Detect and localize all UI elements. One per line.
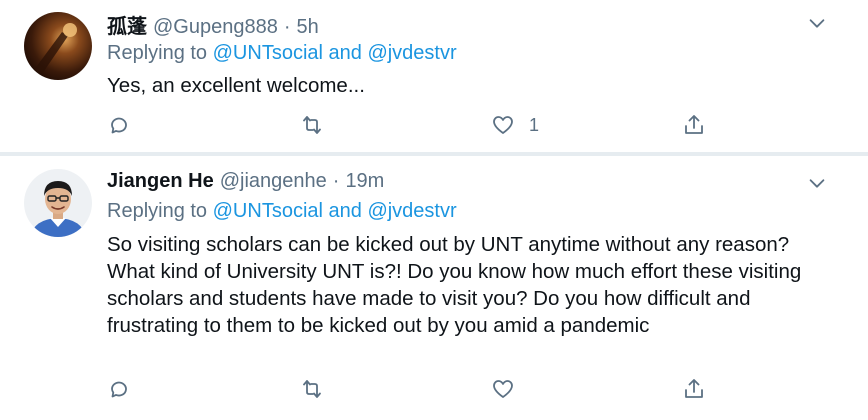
heart-icon (493, 380, 513, 398)
heart-icon (493, 116, 513, 134)
reply-icon (111, 117, 127, 134)
retweet-button[interactable] (300, 374, 338, 404)
retweet-icon (303, 116, 321, 134)
retweet-button[interactable] (300, 110, 338, 140)
separator-dot: · (283, 16, 291, 38)
chevron-down-icon[interactable] (806, 172, 828, 194)
tweet-text: Yes, an excellent welcome... (107, 74, 365, 97)
share-button[interactable] (682, 110, 706, 140)
display-name[interactable]: 孤蓬 (107, 10, 147, 39)
share-icon (685, 379, 703, 398)
mention-link[interactable]: @UNTsocial (213, 200, 323, 222)
reply-button[interactable] (107, 110, 145, 140)
replying-to-line: Replying to @UNTsocial and @jvdestvr (107, 200, 457, 223)
timestamp[interactable]: 19m (345, 170, 384, 193)
replying-and[interactable]: and (323, 200, 367, 222)
like-button[interactable]: 1 (491, 110, 539, 140)
display-name[interactable]: Jiangen He (107, 170, 214, 193)
reply-icon (111, 381, 127, 398)
replying-to-line: Replying to @UNTsocial and @jvdestvr (107, 42, 457, 65)
reply-button[interactable] (107, 374, 145, 404)
tweet-header: 孤蓬 @Gupeng888 · 5h (107, 10, 319, 39)
chevron-down-icon[interactable] (806, 12, 828, 34)
tweet-actions: 1 (107, 110, 747, 140)
tweet[interactable]: Jiangen He @jiangenhe · 19m Replying to … (0, 156, 868, 420)
share-icon (685, 115, 703, 134)
like-count: 1 (529, 114, 540, 135)
tweet-header: Jiangen He @jiangenhe · 19m (107, 170, 384, 196)
timestamp[interactable]: 5h (297, 16, 319, 39)
tweet-text: So visiting scholars can be kicked out b… (107, 233, 802, 337)
avatar[interactable] (24, 169, 92, 237)
replying-prefix: Replying to (107, 42, 213, 64)
share-button[interactable] (682, 374, 706, 404)
mention-link[interactable]: @UNTsocial (213, 42, 323, 64)
mention-link[interactable]: @jvdestvr (367, 42, 456, 64)
separator-dot: · (332, 170, 340, 192)
user-handle[interactable]: @jiangenhe (220, 170, 327, 193)
mention-link[interactable]: @jvdestvr (367, 200, 456, 222)
retweet-icon (303, 380, 321, 398)
like-button[interactable] (491, 374, 529, 404)
tweet-actions (107, 374, 747, 404)
user-handle[interactable]: @Gupeng888 (153, 16, 278, 39)
replying-and[interactable]: and (323, 42, 367, 64)
replying-prefix: Replying to (107, 200, 213, 222)
tweet[interactable]: 孤蓬 @Gupeng888 · 5h Replying to @UNTsocia… (0, 0, 868, 152)
avatar[interactable] (24, 12, 92, 80)
